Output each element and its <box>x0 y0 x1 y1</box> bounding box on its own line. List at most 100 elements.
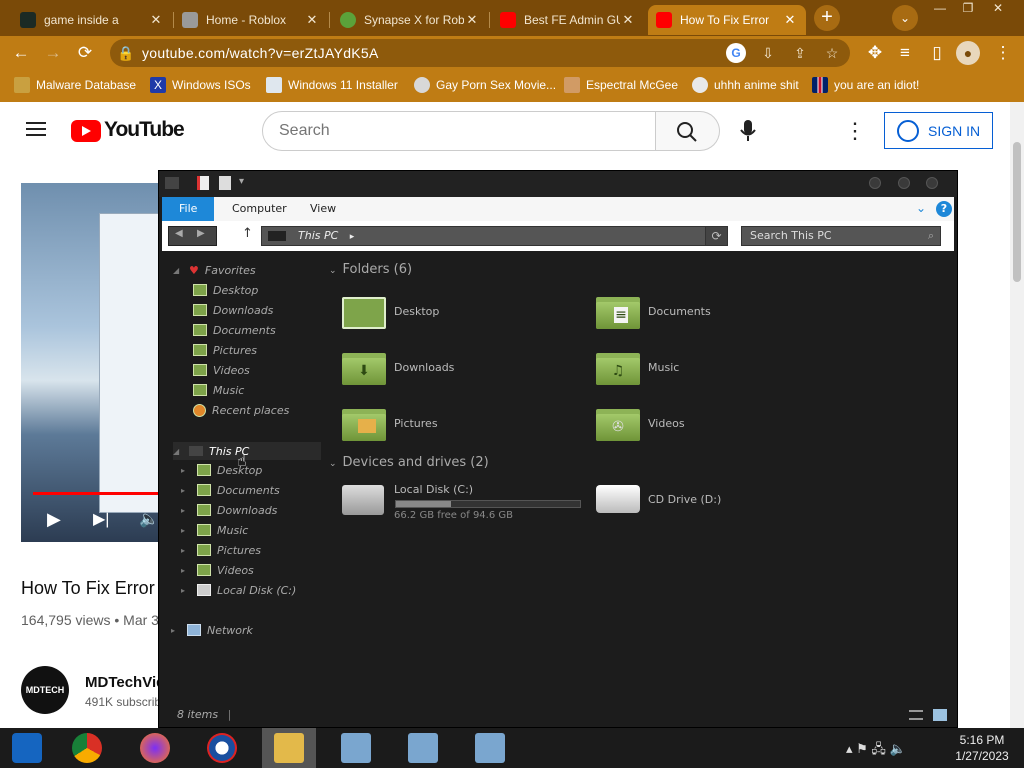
nav-item-pc-local-disk[interactable]: ▸ Local Disk (C:) <box>181 581 296 599</box>
tab-close-icon[interactable]: ✕ <box>304 12 320 28</box>
expand-arrow-icon[interactable]: ▸ <box>181 546 191 555</box>
nav-item-music[interactable]: Music <box>193 381 244 399</box>
taskbar-app-network-1[interactable] <box>329 728 383 768</box>
video-progress-bar[interactable] <box>33 492 161 495</box>
settings-kebab-icon[interactable]: ⋮ <box>844 117 866 145</box>
tab-close-icon[interactable]: ✕ <box>782 12 798 28</box>
address-bar[interactable]: 🔒 youtube.com/watch?v=erZtJAYdK5A G ⇩ ⇪ … <box>110 39 850 67</box>
drive-cd[interactable]: CD Drive (D:) <box>596 485 721 513</box>
help-icon[interactable]: ? <box>936 201 952 217</box>
taskbar-firefox[interactable] <box>128 728 182 768</box>
minimize-button[interactable]: — <box>926 0 954 18</box>
ribbon-tab-computer[interactable]: Computer <box>220 197 299 221</box>
address-path[interactable]: This PC <box>298 229 338 242</box>
browser-tab[interactable]: game inside a ✕ <box>12 5 172 35</box>
maximize-button[interactable]: ❐ <box>954 0 982 18</box>
new-folder-icon[interactable] <box>219 176 231 190</box>
nav-item-pc-desktop[interactable]: ▸ Desktop <box>181 461 262 479</box>
folders-section-header[interactable]: ⌄ Folders (6) <box>329 262 412 277</box>
back-button[interactable]: ← <box>8 40 34 66</box>
back-arrow-icon[interactable]: ◀ <box>175 228 183 239</box>
bookmark-malware-database[interactable]: Malware Database <box>14 77 136 93</box>
refresh-button[interactable]: ⟳ <box>705 226 728 246</box>
folder-videos[interactable]: ✇ Videos <box>596 405 685 441</box>
profile-avatar-icon[interactable]: ● <box>956 41 980 65</box>
back-forward-buttons[interactable]: ◀ ▶ <box>168 226 217 246</box>
taskbar-app-network-3[interactable] <box>463 728 517 768</box>
expand-arrow-icon[interactable]: ▸ <box>181 466 191 475</box>
quick-access-dropdown-icon[interactable]: ▾ <box>239 176 244 187</box>
youtube-search-input[interactable] <box>279 122 639 140</box>
side-panel-icon[interactable]: ▯ <box>924 40 950 66</box>
nav-item-pc-videos[interactable]: ▸ Videos <box>181 561 254 579</box>
hamburger-menu-icon[interactable] <box>26 122 46 136</box>
bookmark-espectral-mcgee[interactable]: Espectral McGee <box>564 77 678 93</box>
lock-icon[interactable]: 🔒 <box>116 43 136 63</box>
network-group[interactable]: ▸ Network <box>171 621 253 639</box>
extensions-icon[interactable]: ✥ <box>862 40 888 66</box>
taskbar-chrome[interactable] <box>60 728 114 768</box>
nav-item-pc-pictures[interactable]: ▸ Pictures <box>181 541 261 559</box>
expand-arrow-icon[interactable]: ▸ <box>181 586 191 595</box>
collapse-arrow-icon[interactable]: ◢ <box>173 266 183 275</box>
browser-tab[interactable]: Home - Roblox ✕ <box>174 5 328 35</box>
channel-avatar[interactable]: MDTECH <box>21 666 69 714</box>
menu-kebab-icon[interactable]: ⋮ <box>990 40 1016 66</box>
bookmark-uhhh-anime-shit[interactable]: uhhh anime shit <box>692 77 799 93</box>
explorer-search-box[interactable]: Search This PC ⌕ <box>741 226 941 246</box>
folder-downloads[interactable]: ⬇ Downloads <box>342 349 454 385</box>
search-icon[interactable]: ⌕ <box>928 227 934 245</box>
reload-button[interactable]: ⟳ <box>72 40 98 66</box>
bookmark-gay-porn-sex-movie[interactable]: Gay Porn Sex Movie... <box>414 77 556 93</box>
start-button[interactable] <box>0 728 54 768</box>
play-icon[interactable]: ▶ <box>47 509 61 530</box>
system-tray-icons[interactable]: ▴ ⚑ 🖧 🔈 <box>846 740 906 762</box>
browser-tab[interactable]: Best FE Admin GU ✕ <box>492 5 644 35</box>
youtube-logo-text[interactable]: YouTube <box>104 118 185 142</box>
tab-search-button[interactable]: ⌄ <box>892 5 918 31</box>
install-icon[interactable]: ⇩ <box>758 43 778 63</box>
nav-item-desktop[interactable]: Desktop <box>193 281 258 299</box>
breadcrumb-arrow-icon[interactable]: ▸ <box>350 232 355 242</box>
address-box[interactable]: This PC ▸ <box>261 226 728 246</box>
expand-arrow-icon[interactable]: ▸ <box>181 526 191 535</box>
nav-item-videos[interactable]: Videos <box>193 361 250 379</box>
youtube-logo-icon[interactable] <box>71 120 101 142</box>
bookmark-windows-11-installer[interactable]: Windows 11 Installer <box>266 77 398 93</box>
devices-section-header[interactable]: ⌄ Devices and drives (2) <box>329 455 489 470</box>
details-view-icon[interactable] <box>909 710 923 720</box>
share-icon[interactable]: ⇪ <box>790 43 810 63</box>
youtube-search-button[interactable] <box>656 111 720 151</box>
tab-close-icon[interactable]: ✕ <box>464 12 480 28</box>
nav-item-pc-downloads[interactable]: ▸ Downloads <box>181 501 277 519</box>
folder-music[interactable]: ♫ Music <box>596 349 679 385</box>
browser-tab[interactable]: Synapse X for Rob ✕ <box>332 5 488 35</box>
forward-button[interactable]: → <box>40 40 66 66</box>
bookmark-you-are-an-idiot[interactable]: you are an idiot! <box>812 77 919 93</box>
nav-item-recent-places[interactable]: Recent places <box>193 401 289 419</box>
properties-icon[interactable] <box>197 176 209 190</box>
forward-arrow-icon[interactable]: ▶ <box>197 228 205 239</box>
next-icon[interactable]: ▶| <box>93 509 109 529</box>
ribbon-tab-file[interactable]: File <box>162 197 215 221</box>
collapse-arrow-icon[interactable]: ◢ <box>173 447 183 456</box>
new-tab-button[interactable]: + <box>814 5 840 31</box>
nav-item-pictures[interactable]: Pictures <box>193 341 257 359</box>
this-pc-group[interactable]: ◢ This PC <box>173 442 321 460</box>
folder-pictures[interactable]: Pictures <box>342 405 438 441</box>
nav-item-documents[interactable]: Documents <box>193 321 276 339</box>
bookmark-windows-isos[interactable]: X Windows ISOs <box>150 77 251 93</box>
tab-close-icon[interactable]: ✕ <box>148 12 164 28</box>
video-player[interactable]: ▶ ▶| 🔈 <box>21 183 161 542</box>
nav-item-downloads[interactable]: Downloads <box>193 301 273 319</box>
up-arrow-icon[interactable]: ↑ <box>242 226 253 241</box>
taskbar-app-network-2[interactable] <box>396 728 450 768</box>
nav-item-pc-music[interactable]: ▸ Music <box>181 521 248 539</box>
bookmark-star-icon[interactable]: ☆ <box>822 43 842 63</box>
folder-documents[interactable]: ≡ Documents <box>596 293 711 329</box>
explorer-minimize-button[interactable] <box>869 177 881 189</box>
folder-desktop[interactable]: Desktop <box>342 293 439 329</box>
page-scrollbar[interactable] <box>1010 102 1024 728</box>
taskbar-app-obama[interactable] <box>195 728 249 768</box>
browser-tab-active[interactable]: How To Fix Error ✕ <box>648 5 806 35</box>
